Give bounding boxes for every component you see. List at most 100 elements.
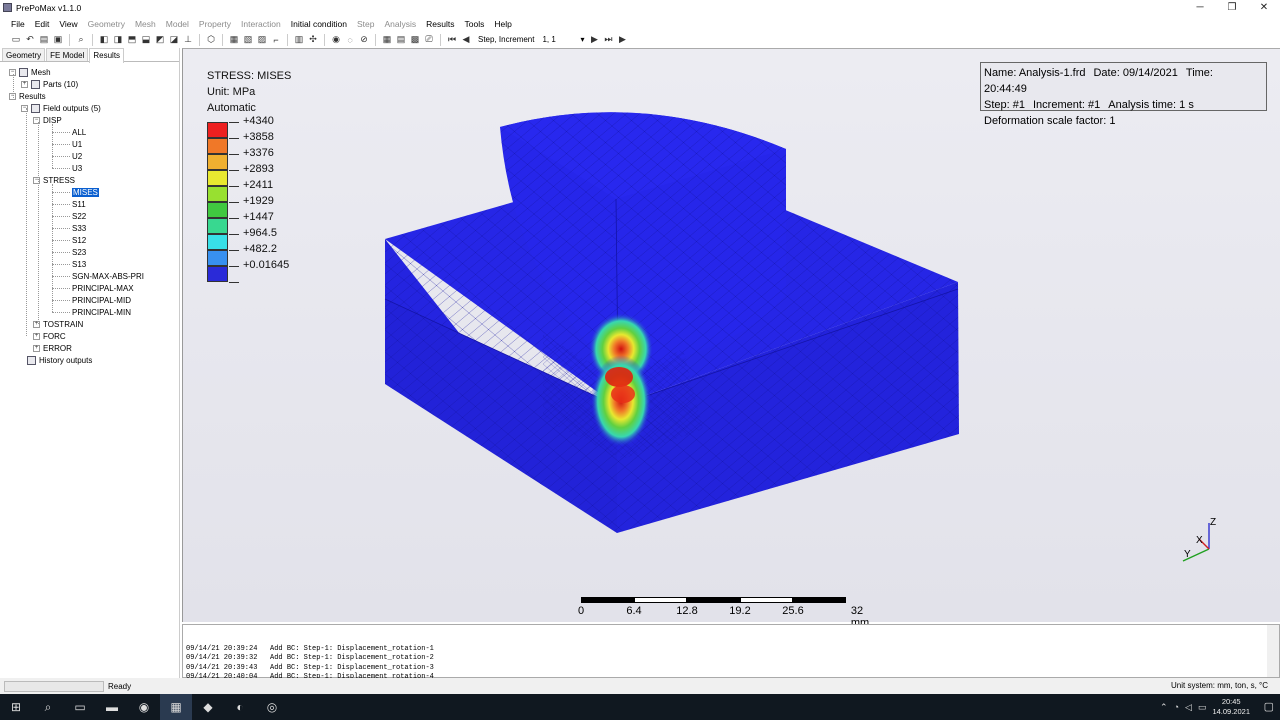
output-console[interactable]: 09/14/21 20:39:24 Add BC: Step-1: Displa… — [182, 624, 1280, 690]
tree-item-stress-s11[interactable]: S11 — [72, 198, 86, 210]
tree-item-stress-principal-mid[interactable]: PRINCIPAL-MID — [72, 294, 131, 306]
menu-model[interactable]: Model — [161, 19, 194, 29]
menu-step[interactable]: Step — [352, 19, 380, 29]
tree-item-stress-principal-min[interactable]: PRINCIPAL-MIN — [72, 306, 131, 318]
display-edges-icon[interactable]: ▨ — [256, 34, 268, 46]
tree-label: ALL — [72, 127, 87, 137]
hide-icon[interactable]: ◌ — [344, 34, 356, 46]
menu-edit[interactable]: Edit — [30, 19, 55, 29]
menu-tools[interactable]: Tools — [459, 19, 489, 29]
first-step-icon[interactable]: ⏮ — [446, 34, 458, 46]
tree-item-tostrain[interactable]: + TOSTRAIN — [33, 318, 83, 330]
search-icon[interactable]: ⌕ — [32, 694, 64, 720]
tab-fe-model[interactable]: FE Model — [46, 48, 89, 61]
notification-icon[interactable]: ▢ — [1264, 700, 1274, 713]
tree-item-stress-s12[interactable]: S12 — [72, 234, 86, 246]
tree-item-forc[interactable]: + FORC — [33, 330, 66, 342]
next-step-icon[interactable]: ▶ — [588, 34, 600, 46]
undeformed-icon[interactable]: ▦ — [381, 34, 393, 46]
tree-item-error[interactable]: + ERROR — [33, 342, 72, 354]
view-normal-icon[interactable]: ⊥ — [182, 34, 194, 46]
tree-item-stress[interactable]: − STRESS — [33, 174, 75, 186]
tree-item-field-outputs[interactable]: − Field outputs (5) — [21, 102, 101, 114]
minimize-button[interactable]: ─ — [1184, 0, 1216, 15]
tab-results[interactable]: Results — [89, 48, 125, 63]
view-right-icon[interactable]: ◪ — [168, 34, 180, 46]
tree-item-stress-s22[interactable]: S22 — [72, 210, 86, 222]
previous-step-icon[interactable]: ◀ — [460, 34, 472, 46]
view-front-icon[interactable]: ◧ — [98, 34, 110, 46]
menu-file[interactable]: File — [6, 19, 30, 29]
expand-icon[interactable]: + — [33, 344, 40, 352]
graphics-viewport[interactable]: STRESS: MISES Unit: MPa Automatic +4340 +… — [182, 48, 1280, 629]
tree-item-disp-all[interactable]: ALL — [72, 126, 86, 138]
expand-icon[interactable]: + — [21, 80, 28, 88]
view-bottom-icon[interactable]: ⬓ — [140, 34, 152, 46]
start-icon[interactable]: ⊞ — [0, 694, 32, 720]
menu-analysis[interactable]: Analysis — [379, 19, 421, 29]
colorbar-icon[interactable]: ▥ — [293, 34, 305, 46]
new-file-icon[interactable]: ▭ — [10, 34, 22, 46]
expand-icon[interactable]: + — [33, 332, 40, 340]
display-solid-icon[interactable]: ▦ — [228, 34, 240, 46]
menu-property[interactable]: Property — [194, 19, 236, 29]
tray-chevron-icon[interactable]: ⌃ — [1160, 702, 1168, 713]
tree-item-stress-s33[interactable]: S33 — [72, 222, 86, 234]
freecad-icon[interactable]: ◆ — [192, 694, 224, 720]
play-icon[interactable]: ▶ — [616, 34, 628, 46]
tree-item-history-outputs[interactable]: History outputs — [27, 354, 92, 366]
last-step-icon[interactable]: ⏭ — [602, 34, 614, 46]
menu-results[interactable]: Results — [421, 19, 459, 29]
console-scrollbar[interactable] — [1267, 625, 1279, 677]
unit-system: Unit system: mm, ton, s, °C — [1171, 681, 1268, 690]
tree-item-results[interactable]: − Results — [9, 90, 46, 102]
menu-view[interactable]: View — [54, 19, 82, 29]
show-icon[interactable]: ◉ — [330, 34, 342, 46]
file-explorer-icon[interactable]: ▬ — [96, 694, 128, 720]
tree-item-disp-u2[interactable]: U2 — [72, 150, 82, 162]
section-icon[interactable]: ⌐ — [270, 34, 282, 46]
clock[interactable]: 20:45 14.09.2021 — [1212, 697, 1250, 717]
prepomax-taskbar-icon[interactable]: ▦ — [160, 694, 192, 720]
close-button[interactable]: ✕ — [1248, 0, 1280, 15]
legend-title: STRESS: MISES — [207, 70, 292, 82]
volume-icon[interactable]: ◁ — [1185, 702, 1192, 713]
view-left-icon[interactable]: ◩ — [154, 34, 166, 46]
import-icon[interactable]: ↶ — [24, 34, 36, 46]
tree-item-stress-principal-max[interactable]: PRINCIPAL-MAX — [72, 282, 134, 294]
app-icon-circle[interactable]: ◎ — [256, 694, 288, 720]
open-icon[interactable]: ▤ — [38, 34, 50, 46]
tree-item-disp-u1[interactable]: U1 — [72, 138, 82, 150]
contours-icon[interactable]: ▩ — [409, 34, 421, 46]
view-top-icon[interactable]: ⬒ — [126, 34, 138, 46]
restore-button[interactable]: ❐ — [1216, 0, 1248, 15]
display-wire-icon[interactable]: ▧ — [242, 34, 254, 46]
transform-icon[interactable]: ✣ — [307, 34, 319, 46]
show-only-icon[interactable]: ⊘ — [358, 34, 370, 46]
tree-item-stress-s23[interactable]: S23 — [72, 246, 86, 258]
keyboard-icon[interactable]: ▭ — [1198, 702, 1207, 713]
menu-interaction[interactable]: Interaction — [236, 19, 286, 29]
tree-item-parts[interactable]: + Parts (10) — [21, 78, 78, 90]
network-icon[interactable]: ◔ — [1174, 702, 1179, 712]
app-icon-s[interactable]: ◐ — [224, 694, 256, 720]
zoom-icon[interactable]: ⌕ — [75, 34, 87, 46]
step-increment-select[interactable]: 1, 1 ▾ — [540, 34, 586, 45]
save-icon[interactable]: ▣ — [52, 34, 64, 46]
view-back-icon[interactable]: ◨ — [112, 34, 124, 46]
menu-initial-condition[interactable]: Initial condition — [286, 19, 352, 29]
menu-mesh[interactable]: Mesh — [130, 19, 161, 29]
tree-item-mesh[interactable]: − Mesh — [9, 66, 51, 78]
iso-view-icon[interactable]: ⬡ — [205, 34, 217, 46]
tree-item-stress-sgn-max-abs-pri[interactable]: SGN-MAX-ABS-PRI — [72, 270, 144, 282]
deformed-icon[interactable]: ▤ — [395, 34, 407, 46]
animation-icon[interactable]: ⎚ — [423, 34, 435, 46]
tree-item-stress-s13[interactable]: S13 — [72, 258, 86, 270]
menu-geometry[interactable]: Geometry — [83, 19, 130, 29]
tree-item-stress-mises[interactable]: MISES — [72, 186, 99, 198]
tab-geometry[interactable]: Geometry — [2, 48, 46, 61]
tree-item-disp-u3[interactable]: U3 — [72, 162, 82, 174]
task-view-icon[interactable]: ▭ — [64, 694, 96, 720]
menu-help[interactable]: Help — [489, 19, 516, 29]
chrome-icon[interactable]: ◉ — [128, 694, 160, 720]
